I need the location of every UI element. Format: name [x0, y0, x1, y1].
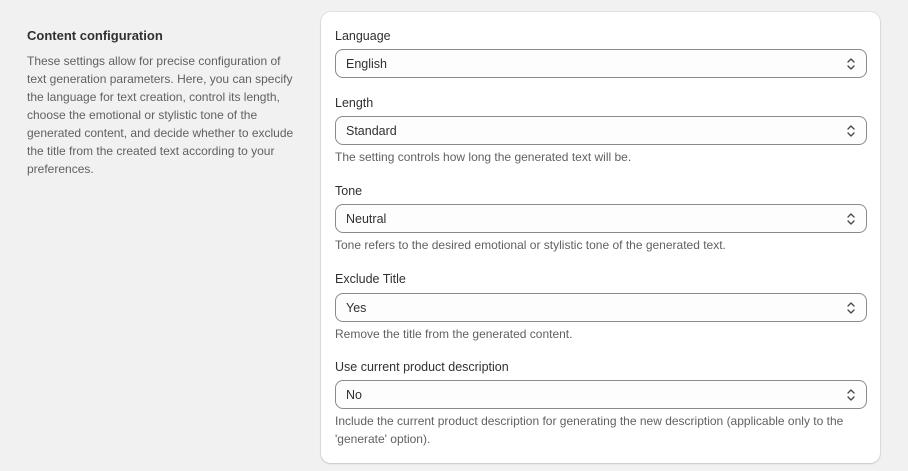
exclude-title-select[interactable]: Yes: [335, 293, 867, 322]
use-description-select[interactable]: No: [335, 380, 867, 409]
length-help-text: The setting controls how long the genera…: [335, 150, 632, 164]
section-intro: Content configuration These settings all…: [27, 27, 297, 178]
chevron-up-down-icon: [847, 301, 855, 314]
language-select[interactable]: English: [335, 49, 867, 78]
tone-field: Tone Neutral Tone refers to the desired …: [335, 183, 867, 252]
language-field: Language English: [335, 28, 867, 78]
exclude-title-select-value: Yes: [346, 300, 367, 315]
settings-card: Language English Length Standard The set…: [321, 12, 880, 463]
length-select[interactable]: Standard: [335, 116, 867, 145]
exclude-title-field: Exclude Title Yes Remove the title from …: [335, 271, 867, 341]
chevron-up-down-icon: [847, 212, 855, 225]
language-select-value: English: [346, 56, 387, 71]
tone-select-value: Neutral: [346, 211, 387, 226]
section-description: These settings allow for precise configu…: [27, 54, 294, 176]
tone-label: Tone: [335, 184, 363, 198]
chevron-up-down-icon: [847, 57, 855, 70]
length-select-value: Standard: [346, 123, 397, 138]
use-description-label: Use current product description: [335, 360, 509, 374]
tone-help-text: Tone refers to the desired emotional or …: [335, 238, 726, 252]
language-label: Language: [335, 29, 391, 43]
chevron-up-down-icon: [847, 388, 855, 401]
exclude-title-label: Exclude Title: [335, 272, 406, 286]
length-field: Length Standard The setting controls how…: [335, 95, 867, 164]
tone-select[interactable]: Neutral: [335, 204, 867, 233]
use-description-help-text: Include the current product description …: [335, 414, 844, 446]
section-title: Content configuration: [27, 28, 163, 43]
exclude-title-help-text: Remove the title from the generated cont…: [335, 327, 573, 341]
use-description-field: Use current product description No Inclu…: [335, 359, 867, 446]
chevron-up-down-icon: [847, 124, 855, 137]
settings-page: Content configuration These settings all…: [0, 0, 908, 471]
use-description-select-value: No: [346, 387, 362, 402]
length-label: Length: [335, 96, 374, 110]
